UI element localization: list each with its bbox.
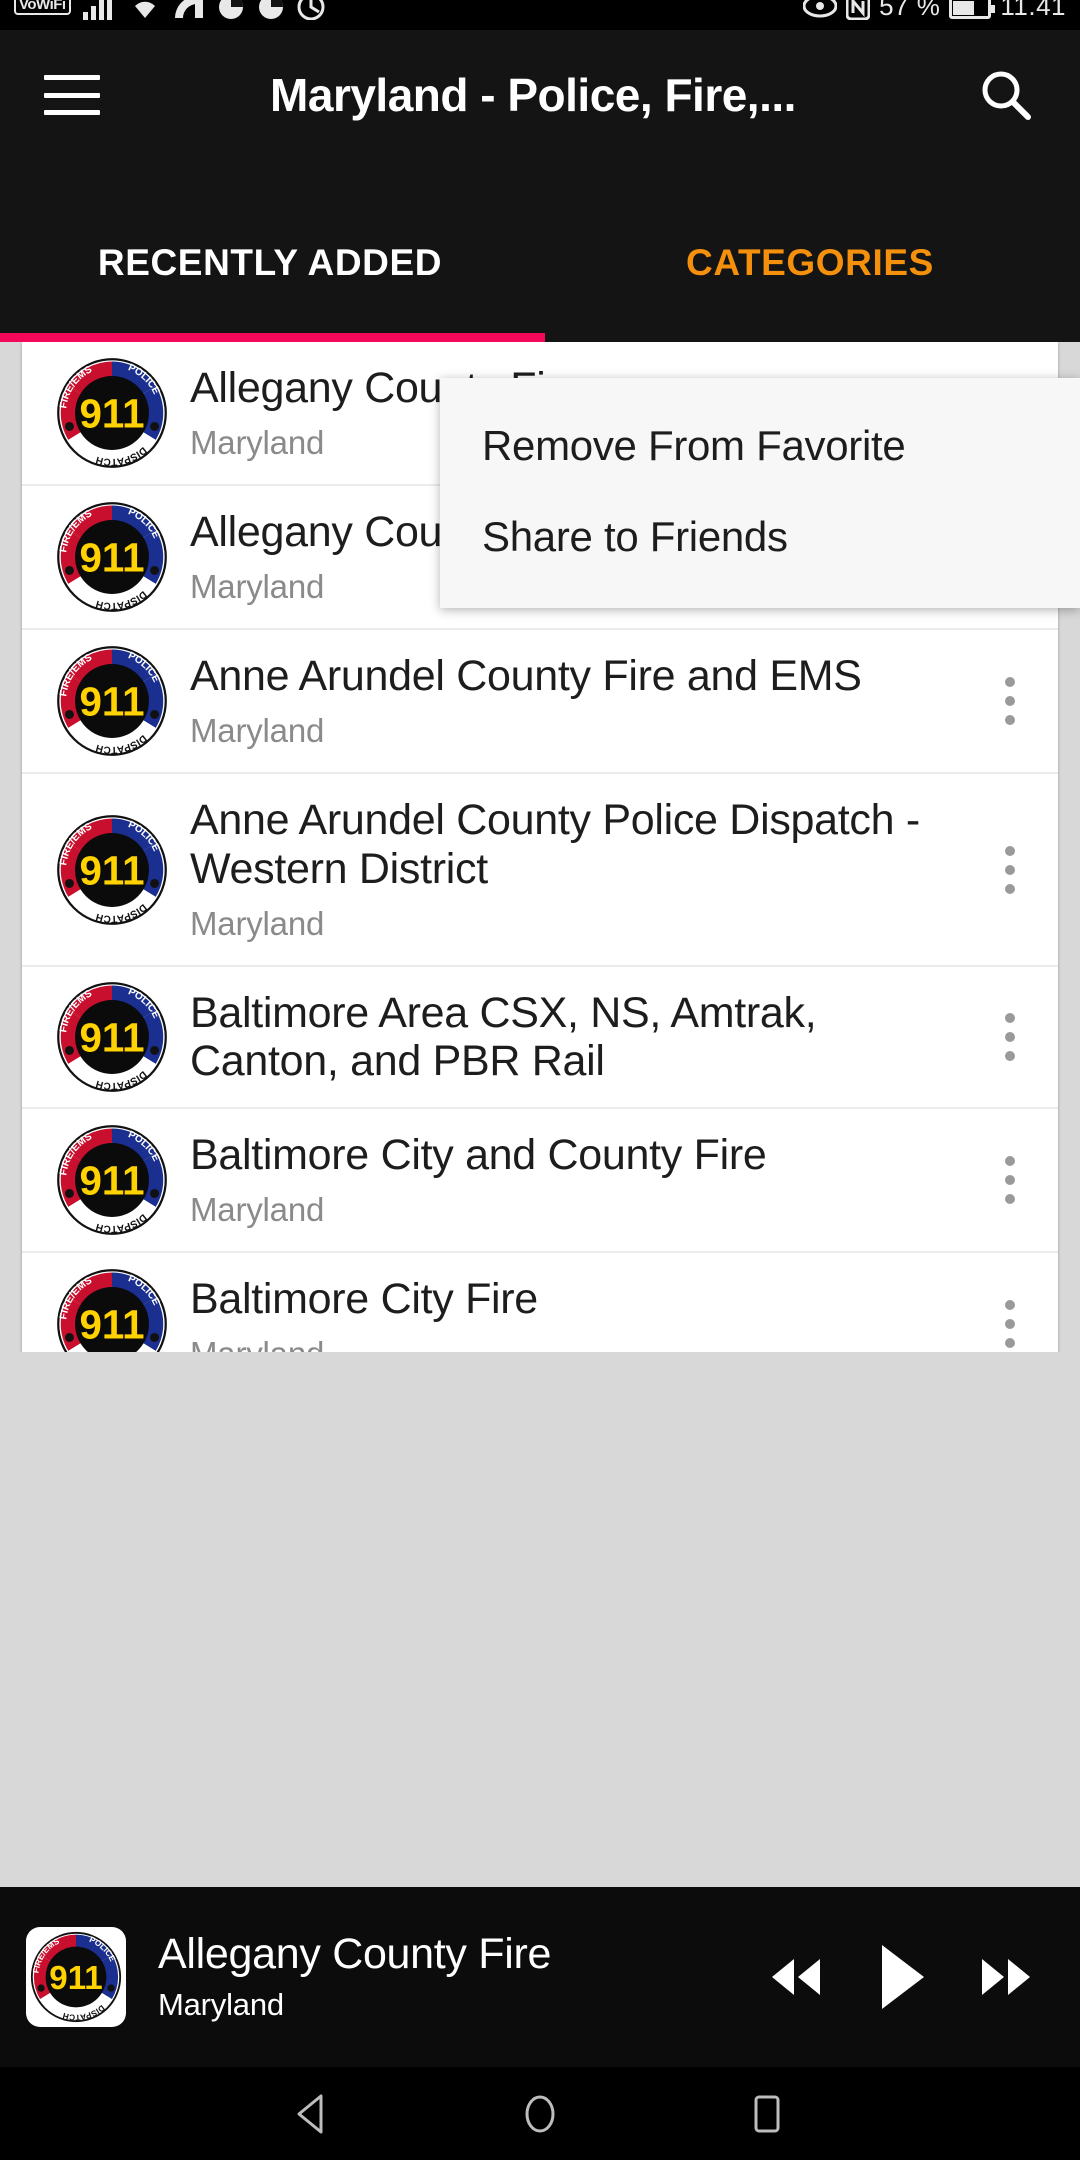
tab-recently-added[interactable]: RECENTLY ADDED [0,160,545,342]
vowifi-badge-icon: VoWiFi [14,0,71,15]
active-tab-indicator [0,333,545,342]
player-metadata: Allegany County Fire Maryland [158,1931,764,2022]
list-item-title: Baltimore City Fire [190,1275,538,1324]
player-bar: Allegany County Fire Maryland [0,1887,1080,2067]
nfc-icon [845,0,871,25]
svg-text:911: 911 [79,391,144,437]
tab-recently-added-label: RECENTLY ADDED [97,242,443,283]
overflow-menu-icon[interactable] [962,677,1058,726]
station-logo [56,981,168,1093]
status-bar-left-icons: VoWiFi [14,0,325,30]
list-item-subtitle: Maryland [190,712,325,750]
list-item[interactable]: Baltimore Area CSX, NS, Amtrak, Canton, … [22,967,1058,1110]
search-icon[interactable] [976,65,1036,125]
overflow-menu-icon[interactable] [962,1156,1058,1205]
player-title: Allegany County Fire [158,1930,552,1979]
signal-bars-icon [82,0,117,25]
status-bar: VoWiFi 57 % 11.41 [0,0,1080,30]
station-logo [56,1268,168,1352]
list-item[interactable]: Anne Arundel County Fire and EMS Marylan… [22,630,1058,775]
cast-icon [173,0,205,25]
menu-item-share-to-friends[interactable]: Share to Friends [440,491,1080,582]
phone-screen: VoWiFi 57 % 11.41 Maryland - Police, Fir… [0,0,1080,2160]
list-item-subtitle: Maryland [190,1335,962,1352]
list-item[interactable]: Baltimore City Fire Maryland [22,1253,1058,1352]
list-item-title: Baltimore Area CSX, NS, Amtrak, Canton, … [190,988,817,1085]
context-menu: Remove From Favorite Share to Friends [440,378,1080,609]
tab-categories-label: CATEGORIES [686,242,934,283]
list-item-title: Anne Arundel County Fire and EMS [190,652,862,701]
home-button[interactable] [516,2090,564,2138]
fast-forward-button[interactable] [974,1949,1038,2005]
player-subtitle: Maryland [158,1986,284,2022]
list-item-subtitle: Maryland [190,904,325,942]
page-title: Maryland - Police, Fire,... [270,69,796,121]
station-logo [56,814,168,926]
overflow-menu-icon[interactable] [962,845,1058,894]
overflow-menu-icon[interactable] [962,1300,1058,1349]
station-logo [56,1124,168,1236]
station-logo [56,645,168,757]
tab-bar: RECENTLY ADDED CATEGORIES [0,160,1080,342]
station-logo: 911 FIRE/EMS POLICE DISPATCH [56,357,168,469]
station-logo [56,501,168,613]
app-icon-1 [217,0,245,25]
wifi-icon [129,0,161,25]
chrome-icon [297,0,325,25]
status-bar-right-icons: 57 % 11.41 [802,0,1066,30]
menu-item-remove-from-favorite[interactable]: Remove From Favorite [440,400,1080,491]
player-controls [764,1941,1054,2013]
recents-button[interactable] [743,2090,791,2138]
list-item[interactable]: Baltimore City and County Fire Maryland [22,1109,1058,1254]
battery-icon [949,0,996,19]
android-navigation-bar [0,2067,1080,2160]
clock-label: 11.41 [1000,0,1066,21]
eye-icon [802,0,838,23]
list-item[interactable]: Anne Arundel County Police Dispatch - We… [22,774,1058,967]
rewind-button[interactable] [764,1949,828,2005]
battery-percent-label: 57 % [879,0,941,21]
list-item-subtitle: Maryland [190,1191,325,1229]
tab-categories[interactable]: CATEGORIES [540,160,1080,342]
player-artwork [26,1927,126,2027]
back-button[interactable] [289,2090,337,2138]
list-item-title: Baltimore City and County Fire [190,1131,767,1180]
list-item-title: Anne Arundel County Police Dispatch - We… [190,796,920,893]
app-icon-2 [257,0,285,25]
overflow-menu-icon[interactable] [962,1012,1058,1061]
app-bar: Maryland - Police, Fire,... [0,30,1080,160]
play-button[interactable] [872,1941,930,2013]
